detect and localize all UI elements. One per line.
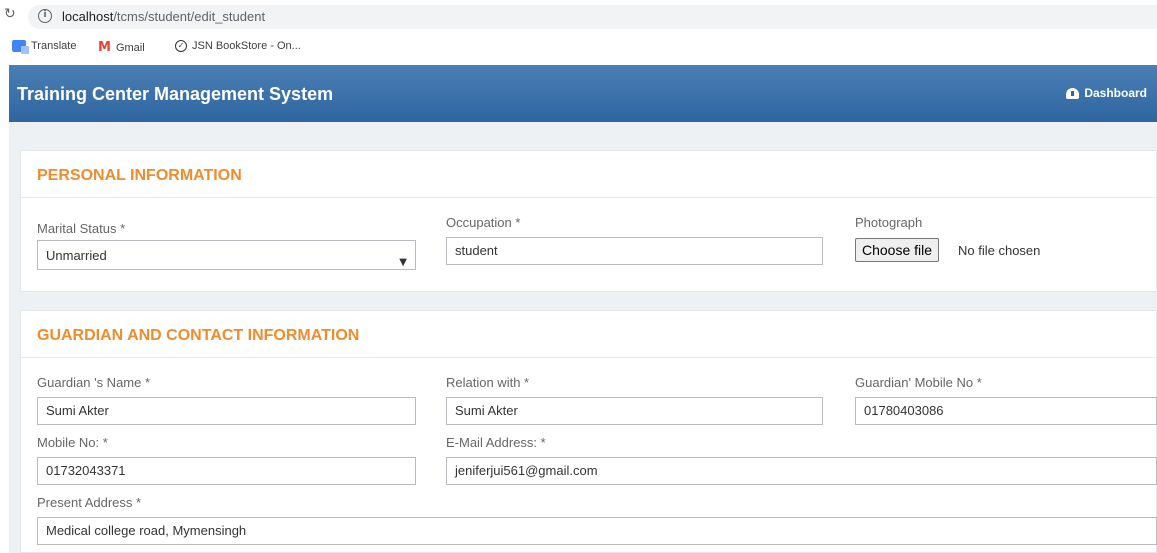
guardian-mobile-label: Guardian' Mobile No * xyxy=(855,375,982,390)
bookmark-gmail[interactable]: M Gmail xyxy=(98,40,145,55)
guardian-name-input[interactable]: Sumi Akter xyxy=(37,397,416,425)
info-icon[interactable]: i xyxy=(38,9,52,23)
app-brand[interactable]: Training Center Management System xyxy=(17,84,333,105)
marital-status-select[interactable]: Unmarried ▼ xyxy=(37,240,416,270)
guardian-name-label: Guardian 's Name * xyxy=(37,375,151,390)
bookstore-icon: ✓ xyxy=(175,40,187,52)
address-bar-row: ↻ i localhost/tcms/student/edit_student xyxy=(0,4,1157,30)
relation-label: Relation with * xyxy=(446,375,530,390)
app-navbar: Training Center Management System Dashbo… xyxy=(9,65,1157,122)
email-input[interactable]: jeniferjui561@gmail.com xyxy=(446,457,1157,485)
present-address-input[interactable]: Medical college road, Mymensingh xyxy=(37,517,1157,545)
present-address-label: Present Address * xyxy=(37,495,142,510)
choose-file-button[interactable]: Choose file xyxy=(855,238,940,262)
personal-information-panel: PERSONAL INFORMATION Marital Status * Un… xyxy=(20,150,1157,292)
panel-header: GUARDIAN AND CONTACT INFORMATION xyxy=(21,311,1156,358)
email-label: E-Mail Address: * xyxy=(446,435,546,450)
file-status-text: No file chosen xyxy=(958,243,1041,258)
chevron-down-icon: ▼ xyxy=(399,257,407,268)
photograph-label: Photograph xyxy=(855,215,923,230)
marital-status-label: Marital Status * xyxy=(37,221,126,236)
url-text[interactable]: localhost/tcms/student/edit_student xyxy=(62,9,265,24)
address-bar[interactable]: i localhost/tcms/student/edit_student xyxy=(28,5,1157,29)
relation-input[interactable]: Sumi Akter xyxy=(446,397,823,425)
bookmark-translate[interactable]: Translate xyxy=(12,40,76,54)
translate-icon xyxy=(12,40,29,54)
panel-title: PERSONAL INFORMATION xyxy=(37,167,242,184)
gmail-icon: M xyxy=(98,40,111,55)
occupation-label: Occupation * xyxy=(446,215,521,230)
mobile-label: Mobile No: * xyxy=(37,435,108,450)
mobile-input[interactable]: 01732043371 xyxy=(37,457,416,485)
guardian-contact-panel: GUARDIAN AND CONTACT INFORMATION Guardia… xyxy=(20,310,1157,553)
dashboard-link[interactable]: Dashboard xyxy=(1066,86,1147,100)
bookmark-jsn-bookstore[interactable]: ✓ JSN BookStore - On... xyxy=(175,40,301,52)
panel-header: PERSONAL INFORMATION xyxy=(21,151,1156,198)
browser-chrome: ↻ i localhost/tcms/student/edit_student … xyxy=(0,0,1157,65)
main-content: PERSONAL INFORMATION Marital Status * Un… xyxy=(9,122,1157,553)
panel-title: GUARDIAN AND CONTACT INFORMATION xyxy=(37,327,360,344)
guardian-mobile-input[interactable]: 01780403086 xyxy=(855,397,1157,425)
reload-icon[interactable]: ↻ xyxy=(4,6,16,22)
dashboard-icon xyxy=(1066,87,1080,99)
occupation-input[interactable]: student xyxy=(446,237,823,265)
